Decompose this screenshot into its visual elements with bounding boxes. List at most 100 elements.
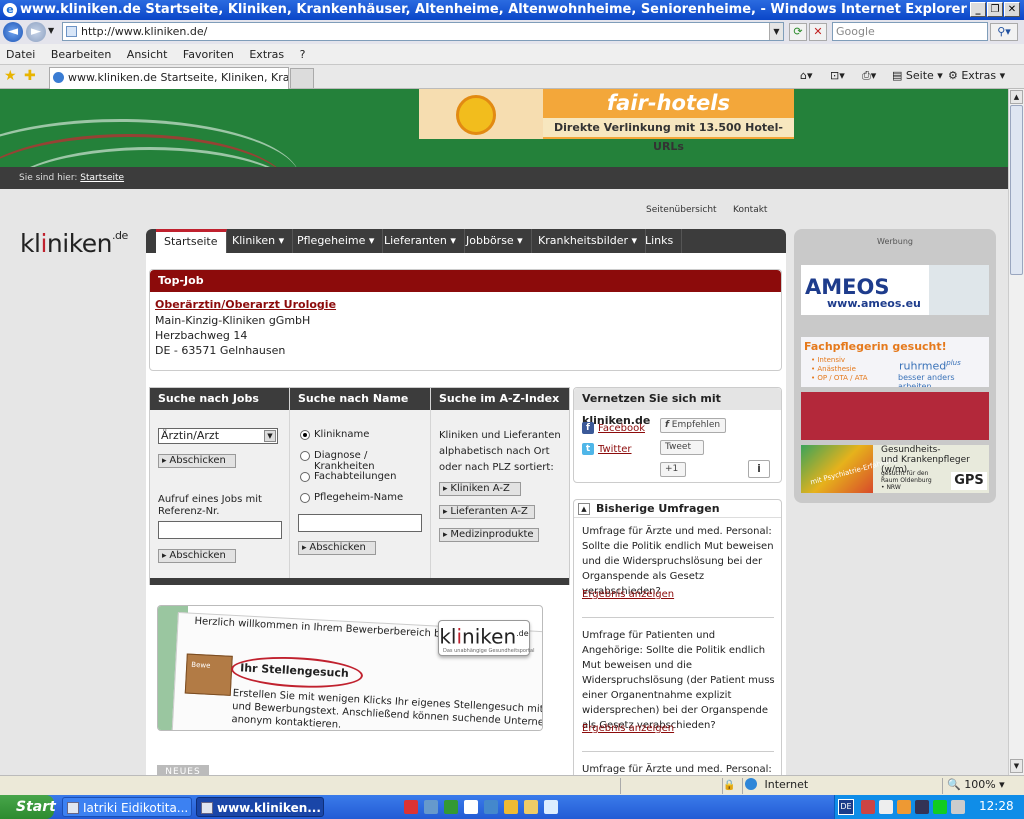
search-icon[interactable]: ⚲▾ [990, 23, 1018, 41]
gps-ad[interactable]: mit Psychiatrie-Erfahrung Gesundheits- u… [801, 445, 989, 493]
page-icon [66, 26, 77, 37]
tools-menu-button[interactable]: ⚙ Extras ▾ [948, 69, 1005, 82]
tweet-button[interactable]: Tweet [660, 440, 704, 455]
scroll-down-icon[interactable]: ▼ [1010, 759, 1023, 773]
nav-links[interactable]: Links [637, 229, 683, 253]
nav-kliniken[interactable]: Kliniken ▾ [224, 229, 294, 253]
quicklaunch-icon[interactable] [524, 800, 538, 814]
jobs-submit-button[interactable]: Abschicken [158, 454, 236, 468]
stellengesuch-promo[interactable]: Herzlich willkommen in Ihrem Bewerberber… [157, 605, 543, 731]
nav-pflegeheime[interactable]: Pflegeheime ▾ [289, 229, 384, 253]
search-panel: Suche nach Jobs Ärztin/Arzt ▼ Abschicken… [149, 387, 570, 585]
scroll-thumb[interactable] [1010, 105, 1023, 275]
scroll-up-icon[interactable]: ▲ [1010, 90, 1023, 104]
close-button[interactable]: ✕ [1004, 2, 1020, 17]
menu-favoriten[interactable]: Favoriten [177, 44, 240, 61]
stop-icon[interactable]: ✕ [809, 23, 827, 41]
tray-icon[interactable] [879, 800, 893, 814]
quicklaunch-icon[interactable] [404, 800, 418, 814]
medizinprodukte-button[interactable]: Medizinprodukte [439, 528, 539, 542]
facebook-link[interactable]: Facebook [598, 423, 645, 434]
nav-startseite[interactable]: Startseite [156, 229, 227, 253]
ameos-ad[interactable]: AMEOS www.ameos.eu [801, 265, 989, 315]
browser-tab-active[interactable]: www.kliniken.de Startseite, Kliniken, Kr… [49, 67, 289, 89]
menu-help[interactable]: ? [294, 44, 312, 61]
kliniken-az-button[interactable]: Kliniken A-Z [439, 482, 521, 496]
tray-icon[interactable] [951, 800, 965, 814]
page-menu-button[interactable]: ▤ Seite ▾ [892, 69, 943, 82]
menu-ansicht[interactable]: Ansicht [121, 44, 174, 61]
name-submit-button[interactable]: Abschicken [298, 541, 376, 555]
feeds-icon[interactable]: ⊡▾ [830, 69, 845, 82]
facebook-recommend-button[interactable]: f Empfehlen [660, 418, 726, 433]
tray-icon[interactable] [897, 800, 911, 814]
ref-submit-button[interactable]: Abschicken [158, 549, 236, 563]
language-indicator[interactable]: DE [838, 799, 854, 815]
plusone-button[interactable]: +1 [660, 462, 686, 477]
ref-number-input[interactable] [158, 521, 282, 539]
ruhrmed-brand: ruhrmedplus [899, 359, 961, 373]
tray-icon[interactable] [933, 800, 947, 814]
refresh-icon[interactable]: ⟳ [789, 23, 807, 41]
quicklaunch-icon[interactable] [484, 800, 498, 814]
quicklaunch-icon[interactable] [544, 800, 558, 814]
menu-bearbeiten[interactable]: Bearbeiten [45, 44, 117, 61]
quicklaunch-icon[interactable] [424, 800, 438, 814]
ruhrmed-ad[interactable]: Fachpflegerin gesucht! • Intensiv • Anäs… [801, 337, 989, 387]
zoom-value: 100% [964, 778, 996, 791]
top-job-title-link[interactable]: Oberärztin/Oberarzt Urologie [155, 298, 336, 311]
quicklaunch-icon[interactable] [444, 800, 458, 814]
radio-pflegeheim[interactable] [300, 493, 310, 503]
print-icon[interactable]: ⎙▾ [862, 69, 876, 83]
site-logo[interactable]: kliniken.de [20, 229, 128, 258]
forward-button[interactable]: ► [26, 22, 46, 42]
collapse-toggle-icon[interactable]: ▲ [578, 503, 590, 515]
nav-lieferanten[interactable]: Lieferanten ▾ [376, 229, 465, 253]
maximize-button[interactable]: ❐ [987, 2, 1003, 17]
new-tab-button[interactable] [290, 68, 314, 88]
breadcrumb-home-link[interactable]: Startseite [80, 173, 124, 183]
promo-logo-text: ni [462, 624, 481, 649]
radio-klinikname[interactable] [300, 430, 310, 440]
top-job-city: DE - 63571 Gelnhausen [155, 344, 286, 357]
vertical-scrollbar[interactable]: ▲ ▼ [1008, 89, 1024, 775]
taskbar-item-active[interactable]: www.kliniken... [196, 797, 324, 817]
ruhrmed-headline: Fachpflegerin gesucht! [804, 340, 947, 353]
nav-jobboerse[interactable]: Jobbörse ▾ [458, 229, 532, 253]
menu-extras[interactable]: Extras [243, 44, 290, 61]
contact-link[interactable]: Kontakt [733, 205, 767, 215]
twitter-link[interactable]: Twitter [598, 444, 632, 455]
tray-icon[interactable] [915, 800, 929, 814]
menu-datei[interactable]: Datei [0, 44, 41, 61]
address-dropdown-icon[interactable]: ▼ [769, 23, 783, 40]
lieferanten-az-button[interactable]: Lieferanten A-Z [439, 505, 535, 519]
tab-label: www.kliniken.de Startseite, Kliniken, Kr… [68, 71, 289, 84]
add-favorite-icon[interactable]: ✚ [24, 68, 36, 84]
zoom-control[interactable]: 🔍 100% ▾ [942, 778, 1022, 794]
history-dropdown-icon[interactable]: ▼ [48, 26, 54, 35]
fair-hotels-banner[interactable]: fair-hotels Direkte Verlinkung mit 13.50… [419, 89, 794, 153]
ruhrmed-plus: plus [946, 359, 961, 367]
radio-diagnose[interactable] [300, 451, 310, 461]
nav-krankheitsbilder[interactable]: Krankheitsbilder ▾ [530, 229, 647, 253]
taskbar-item[interactable]: Iatriki Eidikotita... [62, 797, 192, 817]
job-category-select[interactable]: Ärztin/Arzt ▼ [158, 428, 278, 444]
name-search-input[interactable] [298, 514, 422, 532]
start-button[interactable]: Start [0, 795, 56, 819]
red-ad[interactable] [801, 392, 989, 440]
radio-fachabteilungen[interactable] [300, 472, 310, 482]
poll-result-link[interactable]: Ergebnis anzeigen [582, 589, 674, 600]
poll-result-link[interactable]: Ergebnis anzeigen [582, 723, 674, 734]
back-button[interactable]: ◄ [3, 22, 23, 42]
sitemap-link[interactable]: Seitenübersicht [646, 205, 717, 215]
favorites-star-icon[interactable]: ★ [4, 68, 17, 84]
search-name-column: Suche nach Name Klinikname Diagnose / Kr… [290, 388, 431, 578]
home-icon[interactable]: ⌂▾ [800, 69, 813, 82]
search-input[interactable]: Google [832, 22, 988, 41]
quicklaunch-icon[interactable] [504, 800, 518, 814]
minimize-button[interactable]: _ [970, 2, 986, 17]
info-icon[interactable]: i [748, 460, 770, 478]
quicklaunch-icon[interactable] [464, 800, 478, 814]
tray-icon[interactable] [861, 800, 875, 814]
address-field[interactable]: http://www.kliniken.de/ ▼ [62, 22, 784, 41]
